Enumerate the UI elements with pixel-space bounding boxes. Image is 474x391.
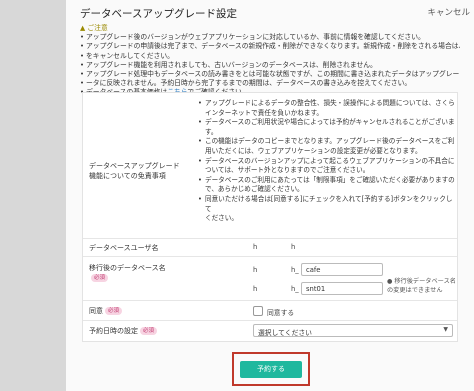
target-sep-1: h_ [291, 266, 299, 274]
target-db-input-1[interactable] [301, 263, 383, 276]
upgrade-form: データベースアップグレード 機能についての免責事項 アップグレードによるデータの… [82, 92, 458, 342]
reserve-button[interactable]: 予約する [240, 361, 302, 378]
disclaimer-item: データベースのご利用にあたっては「制限事項」をご確認いただく必要がありますので、… [198, 176, 456, 195]
notice-item: ータに反映されません。予約日時から完了するまでの期間は、データベースの書き込みを… [80, 79, 460, 88]
disclaimer-item: 同意いただける場合は[同意する]にチェックを入れて[予約する]ボタンをクリックし… [198, 195, 456, 224]
required-badge: 必須 [140, 327, 158, 335]
target-prefix-2: h [253, 285, 258, 293]
db-user-value: h [253, 243, 258, 251]
notice-item: アップグレード後のバージョンがウェブアプリケーションに対応しているか、事前に情報… [80, 33, 460, 42]
db-user-label: データベースユーザ名 [89, 244, 159, 252]
target-prefix-1: h [253, 266, 258, 274]
notice-item: をキャンセルしてください。 [80, 52, 460, 61]
required-badge: 必須 [105, 307, 123, 315]
disclaimer-list: アップグレードによるデータの整合性、損失・誤操作による問題については、さくらイン… [198, 99, 456, 224]
target-db-input-2[interactable] [301, 282, 383, 295]
notice-item: アップグレード機能を利用されましても、古いバージョンのデータベースは、削除されま… [80, 61, 460, 70]
notice-item: アップグレードの申請後は完了まで、データベースの新規作成・削除ができなくなります… [80, 42, 460, 51]
agree-row: 同意 必須 同意する [83, 301, 457, 321]
notice-section: ▲ ご注意 アップグレード後のバージョンがウェブアプリケーションに対応しているか… [80, 24, 460, 98]
disclaimer-item: アップグレードによるデータの整合性、損失・誤操作による問題については、さくらイン… [198, 99, 456, 118]
target-db-row: 移行後のデータベース名 必須 h h_ h h_ ● 移行後データベース名の変更… [83, 257, 457, 301]
notice-heading: ▲ ご注意 [80, 24, 108, 32]
agree-checkbox[interactable] [253, 306, 263, 316]
upgrade-settings-modal: データベースアップグレード設定 キャンセル ▲ ご注意 アップグレード後のバージ… [66, 0, 474, 391]
target-db-label: 移行後のデータベース名 必須 [89, 264, 166, 282]
disclaimer-item: データベースのご利用状況や場合によっては予約がキャンセルされることがございます。 [198, 118, 456, 137]
notice-item: アップグレード処理中もデータベースの読み書きをとは可能な状態ですが、この期間に書… [80, 70, 460, 79]
db-user-value-2: h [291, 243, 296, 251]
modal-title: データベースアップグレード設定 [80, 8, 237, 20]
schedule-select[interactable]: 選択してください ▼ [253, 324, 453, 337]
chevron-down-icon: ▼ [443, 326, 448, 333]
cancel-link[interactable]: キャンセル [427, 6, 470, 18]
schedule-label: 予約日時の設定 必須 [89, 326, 158, 336]
disclaimer-item: この機能はデータのコピーまでとなります。アップグレード後のデータベースをご利用い… [198, 137, 456, 156]
target-sep-2: h_ [291, 285, 299, 293]
agree-text: 同意する [267, 309, 295, 317]
disclaimer-label: データベースアップグレード 機能についての免責事項 [89, 162, 180, 180]
schedule-row: 予約日時の設定 必須 選択してください ▼ [83, 321, 457, 341]
db-user-row: データベースユーザ名 h h [83, 239, 457, 257]
disclaimer-row: データベースアップグレード 機能についての免責事項 アップグレードによるデータの… [83, 93, 457, 239]
disclaimer-item: データベースのバージョンアップによって起こるウェブアプリケーションの不具合につい… [198, 157, 456, 176]
agree-label: 同意 必須 [89, 306, 123, 316]
submit-highlight: 予約する [232, 352, 310, 386]
target-db-note: ● 移行後データベース名の変更はできません [387, 278, 456, 294]
required-badge: 必須 [91, 274, 109, 282]
